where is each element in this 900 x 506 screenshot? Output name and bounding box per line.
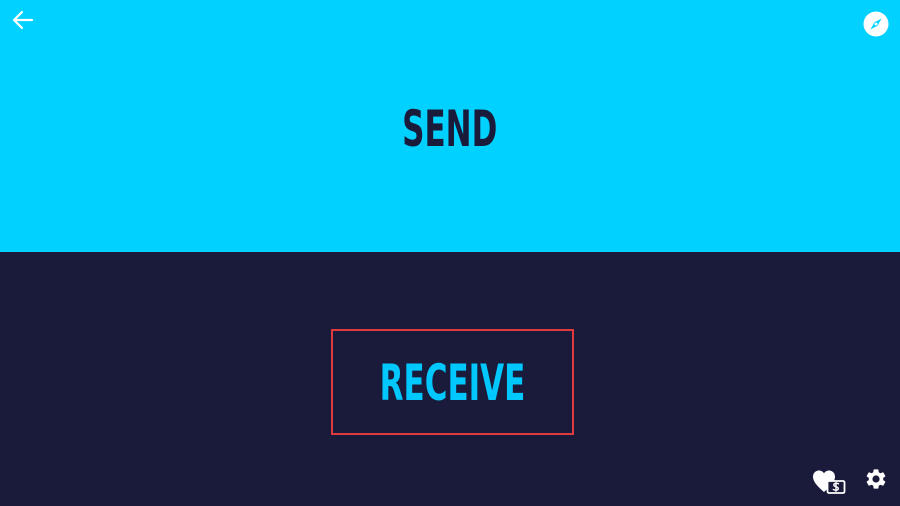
receive-panel[interactable]: RECEIVE [0, 252, 900, 506]
heart-dollar-icon [812, 468, 846, 496]
settings-button[interactable] [864, 467, 888, 491]
compass-button[interactable] [863, 11, 889, 37]
receive-label: RECEIVE [379, 354, 526, 412]
send-panel[interactable]: SEND [0, 0, 900, 252]
app-root: SEND RECEIVE [0, 0, 900, 506]
send-label: SEND [402, 100, 498, 158]
gear-icon [864, 467, 888, 491]
compass-icon [863, 11, 889, 37]
receive-highlight-box[interactable]: RECEIVE [331, 329, 574, 435]
back-button[interactable] [10, 8, 36, 32]
arrow-left-icon [10, 8, 36, 32]
donate-button[interactable] [812, 468, 846, 496]
